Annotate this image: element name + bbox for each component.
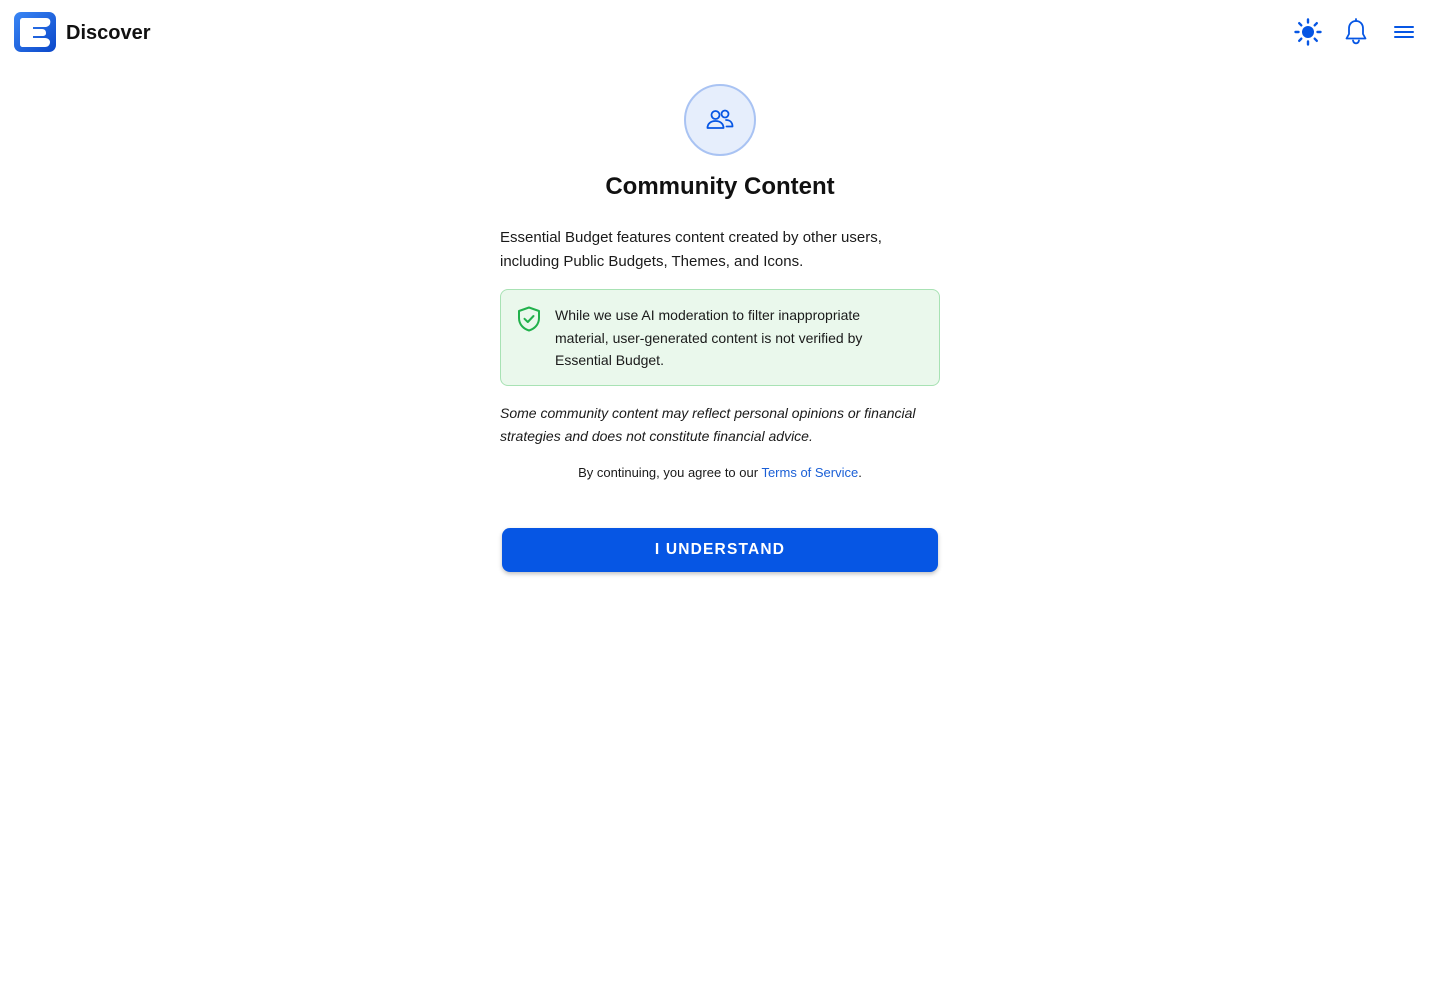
financial-disclaimer: Some community content may reflect perso…: [500, 405, 916, 444]
terms-suffix: .: [858, 465, 862, 480]
community-icon-badge: [684, 84, 756, 156]
top-bar: E Discover: [0, 0, 1440, 64]
sun-icon: [1294, 18, 1322, 46]
hamburger-menu-icon: [1394, 26, 1414, 38]
terms-line: By continuing, you agree to our Terms of…: [0, 464, 1440, 482]
terms-prefix: By continuing, you agree to our: [578, 465, 762, 480]
users-icon: [706, 109, 734, 129]
logo-letter: E: [14, 12, 15, 13]
terms-of-service-link[interactable]: Terms of Service: [761, 465, 858, 480]
moderation-notice: While we use AI moderation to filter ina…: [500, 289, 940, 386]
main-menu-button[interactable]: [1388, 16, 1420, 48]
dialog-title: Community Content: [605, 173, 835, 200]
app-logo[interactable]: E: [14, 12, 56, 52]
shield-check-icon: [518, 306, 540, 332]
notice-text: While we use AI moderation to filter ina…: [555, 307, 863, 368]
bell-icon: [1345, 18, 1367, 45]
theme-toggle-button[interactable]: [1292, 16, 1324, 48]
page-title-discover: Discover: [66, 22, 151, 44]
intro-text: Essential Budget features content create…: [500, 229, 882, 270]
i-understand-button[interactable]: I UNDERSTAND: [502, 528, 938, 572]
notifications-button[interactable]: [1340, 16, 1372, 48]
